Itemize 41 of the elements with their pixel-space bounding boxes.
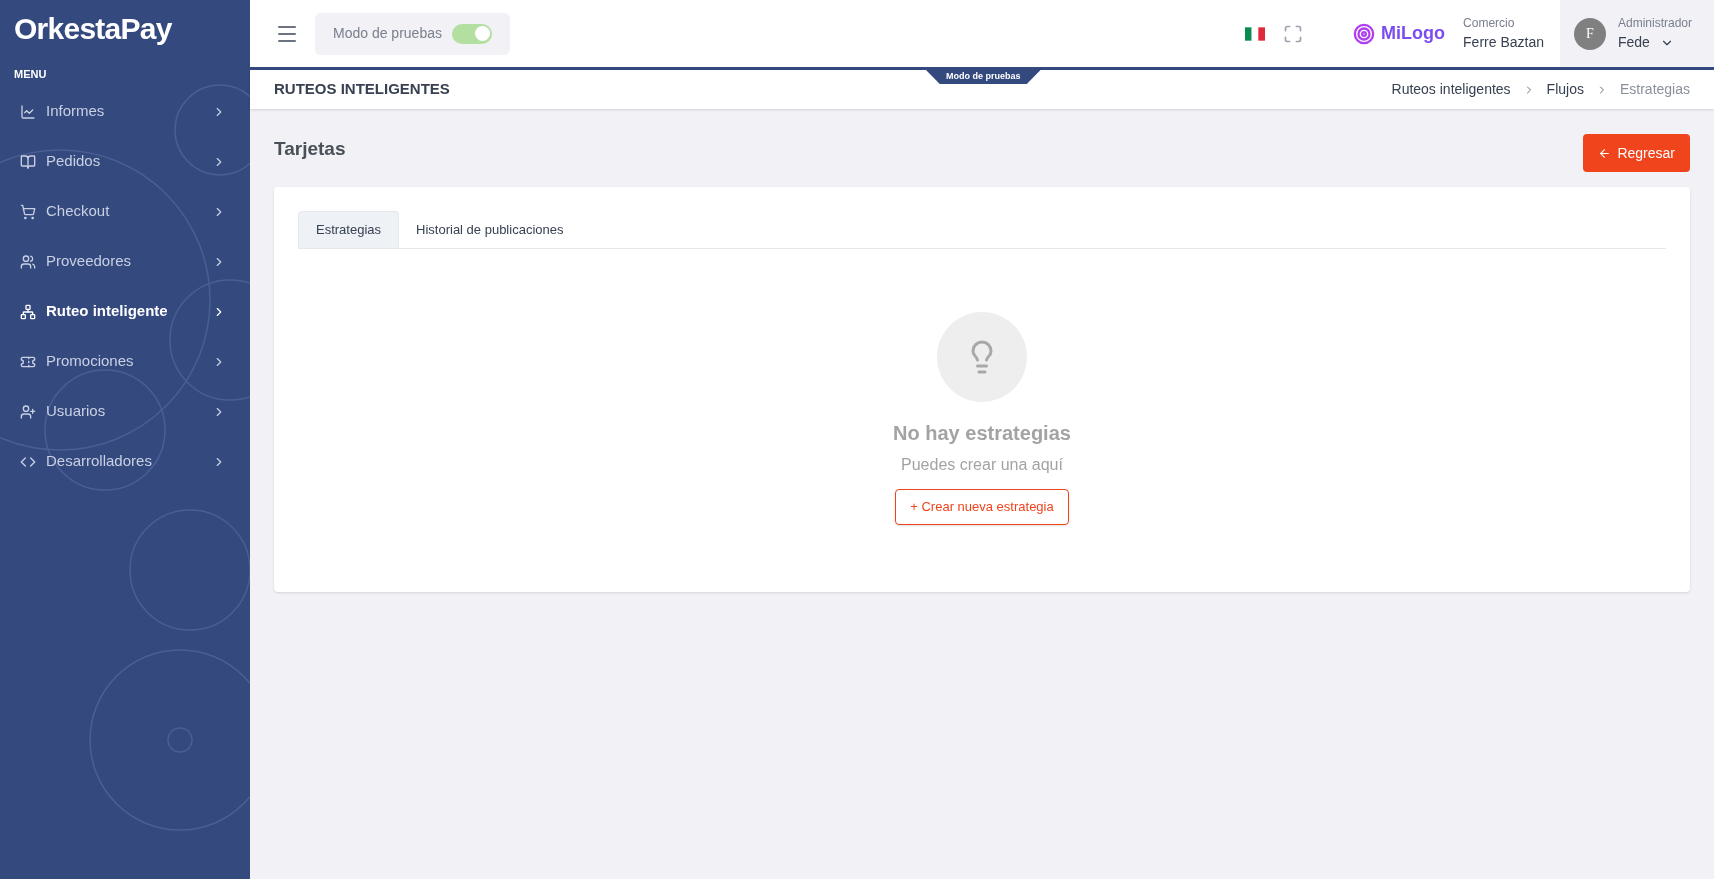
sidebar-item[interactable]: Promociones: [0, 336, 250, 387]
breadcrumb-link[interactable]: Ruteos inteligentes: [1391, 79, 1511, 100]
empty-state-subtitle: Puedes crear una aquí: [901, 455, 1063, 475]
menu-item-icon: [20, 153, 36, 170]
tab[interactable]: Historial de publicaciones: [399, 211, 581, 248]
sidebar-item[interactable]: Pedidos: [0, 136, 250, 187]
sidebar-item[interactable]: Ruteo inteligente: [0, 286, 250, 337]
test-mode-ribbon: Modo de pruebas: [926, 70, 1041, 84]
menu-item-icon: [20, 103, 36, 120]
user-avatar: F: [1574, 17, 1606, 50]
test-mode-toggle[interactable]: [451, 23, 492, 44]
user-role: Administrador: [1618, 15, 1693, 32]
menu-item-icon: [20, 403, 36, 420]
breadcrumb-link[interactable]: Flujos: [1546, 79, 1584, 100]
menu-item-icon: [20, 303, 36, 320]
menu-item-icon: [20, 253, 36, 270]
spiral-logo-icon: [1353, 22, 1376, 45]
sidebar-item[interactable]: Usuarios: [0, 386, 250, 437]
menu-label: MENU: [13, 67, 48, 82]
merchant-label: Comercio: [1463, 15, 1516, 32]
page-title: Tarjetas: [274, 137, 346, 161]
user-menu[interactable]: F Administrador Fede: [1560, 0, 1714, 67]
sidebar-item[interactable]: Proveedores: [0, 236, 250, 287]
empty-state-title: No hay estrategias: [893, 421, 1071, 446]
section-title: RUTEOS INTELIGENTES: [274, 79, 450, 100]
merchant-name: Ferre Baztan: [1463, 33, 1544, 52]
breadcrumb-link[interactable]: Estrategias: [1619, 79, 1690, 100]
sidebar-item[interactable]: Checkout: [0, 186, 250, 237]
sidebar-item[interactable]: Desarrolladores: [0, 436, 250, 487]
brand-logo: MiLogo: [1381, 22, 1446, 45]
orkestapay-logo[interactable]: OrkestaPay: [0, 0, 250, 44]
sidebar-item[interactable]: Informes: [0, 86, 250, 137]
arrow-left-icon: [1598, 146, 1612, 160]
user-name: Fede: [1618, 33, 1650, 52]
back-button[interactable]: Regresar: [1583, 134, 1690, 172]
test-mode-label: Modo de pruebas: [333, 24, 442, 43]
mexico-flag-icon[interactable]: [1245, 26, 1266, 41]
create-strategy-button[interactable]: + Crear nueva estrategia: [895, 489, 1069, 525]
tab[interactable]: Estrategias: [298, 211, 400, 248]
menu-item-icon: [20, 203, 36, 220]
fullscreen-icon[interactable]: [1283, 23, 1304, 44]
